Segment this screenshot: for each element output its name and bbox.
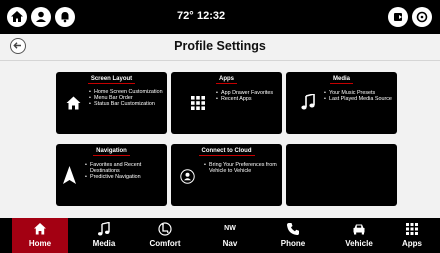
list-item: Predictive Navigation — [85, 174, 165, 180]
tile-feature-list: Your Music Presets Last Played Media Sou… — [324, 90, 394, 102]
vehicle-icon — [353, 224, 365, 235]
bell-icon — [61, 12, 69, 23]
tile-title: Media — [329, 76, 353, 84]
outside-temperature: 72° — [177, 10, 194, 22]
profile-status-button[interactable] — [31, 7, 51, 27]
nav-label: Media — [92, 239, 116, 248]
profile-cloud-icon — [180, 169, 195, 184]
tile-connect-to-cloud[interactable]: Connect to Cloud Bring Your Preferences … — [171, 144, 282, 206]
list-item: Status Bar Customization — [89, 101, 165, 107]
source-icon — [394, 13, 402, 21]
nav-item-nav[interactable]: NW Nav — [202, 218, 258, 253]
nav-item-apps[interactable]: Apps — [384, 218, 440, 253]
tile-title: Connect to Cloud — [198, 148, 255, 156]
steering-wheel-icon — [416, 11, 428, 23]
home-status-button[interactable] — [7, 7, 27, 27]
tile-feature-list: App Drawer Favorites Recent Apps — [216, 90, 278, 102]
tile-navigation[interactable]: Navigation Favorites and Recent Destinat… — [56, 144, 167, 206]
nav-label: Home — [28, 239, 52, 248]
uconnect-screen: 72° 12:32 Profile Settings Screen Layout — [0, 0, 440, 253]
nav-item-vehicle[interactable]: Vehicle — [331, 218, 387, 253]
home-icon — [34, 223, 46, 235]
tile-title: Apps — [216, 76, 237, 84]
home-icon — [11, 11, 23, 22]
page-title: Profile Settings — [174, 39, 266, 53]
music-note-icon — [301, 94, 315, 110]
nav-label: Apps — [402, 239, 422, 248]
tile-feature-list: Bring Your Preferences from Vehicle to V… — [204, 162, 280, 174]
drive-mode-status-button[interactable] — [412, 7, 432, 27]
tile-apps[interactable]: Apps App Drawer Favorites Recent Apps — [171, 72, 282, 134]
tile-feature-list: Home Screen Customization Menu Bar Order… — [89, 89, 165, 107]
phone-icon — [287, 223, 299, 235]
nav-label: Phone — [280, 239, 306, 248]
compass-icon: NW — [224, 225, 236, 232]
home-icon — [66, 96, 81, 110]
tile-title: Navigation — [93, 148, 130, 156]
grid-icon — [191, 96, 205, 110]
nav-label: Comfort — [149, 239, 181, 248]
seat-climate-icon — [158, 222, 172, 236]
notification-status-button[interactable] — [55, 7, 75, 27]
nav-label: Nav — [222, 239, 238, 248]
tile-screen-layout[interactable]: Screen Layout Home Screen Customization … — [56, 72, 167, 134]
nav-item-comfort[interactable]: Comfort — [137, 218, 193, 253]
page-header: Profile Settings — [0, 34, 440, 61]
tile-media[interactable]: Media Your Music Presets Last Played Med… — [286, 72, 397, 134]
music-note-icon — [98, 222, 110, 236]
profile-icon — [36, 11, 46, 22]
grid-icon — [406, 223, 418, 235]
list-item: Favorites and Recent Destinations — [85, 162, 165, 174]
audio-status-button[interactable] — [388, 7, 408, 27]
nav-label: Vehicle — [345, 239, 373, 248]
nav-item-phone[interactable]: Phone — [265, 218, 321, 253]
navigation-arrow-icon — [63, 166, 76, 184]
list-item: Recent Apps — [216, 96, 278, 102]
bottom-nav-bar: Home Media Comfort NW Nav Phone Vehicle … — [0, 218, 440, 253]
tile-empty — [286, 144, 397, 206]
tile-title: Screen Layout — [87, 76, 136, 84]
tile-feature-list: Favorites and Recent Destinations Predic… — [85, 162, 165, 180]
nav-item-media[interactable]: Media — [76, 218, 132, 253]
list-item: Bring Your Preferences from Vehicle to V… — [204, 162, 280, 174]
list-item: Last Played Media Source — [324, 96, 394, 102]
nav-item-home[interactable]: Home — [12, 218, 68, 253]
status-bar: 72° 12:32 — [0, 0, 440, 34]
clock-time: 12:32 — [197, 10, 226, 22]
